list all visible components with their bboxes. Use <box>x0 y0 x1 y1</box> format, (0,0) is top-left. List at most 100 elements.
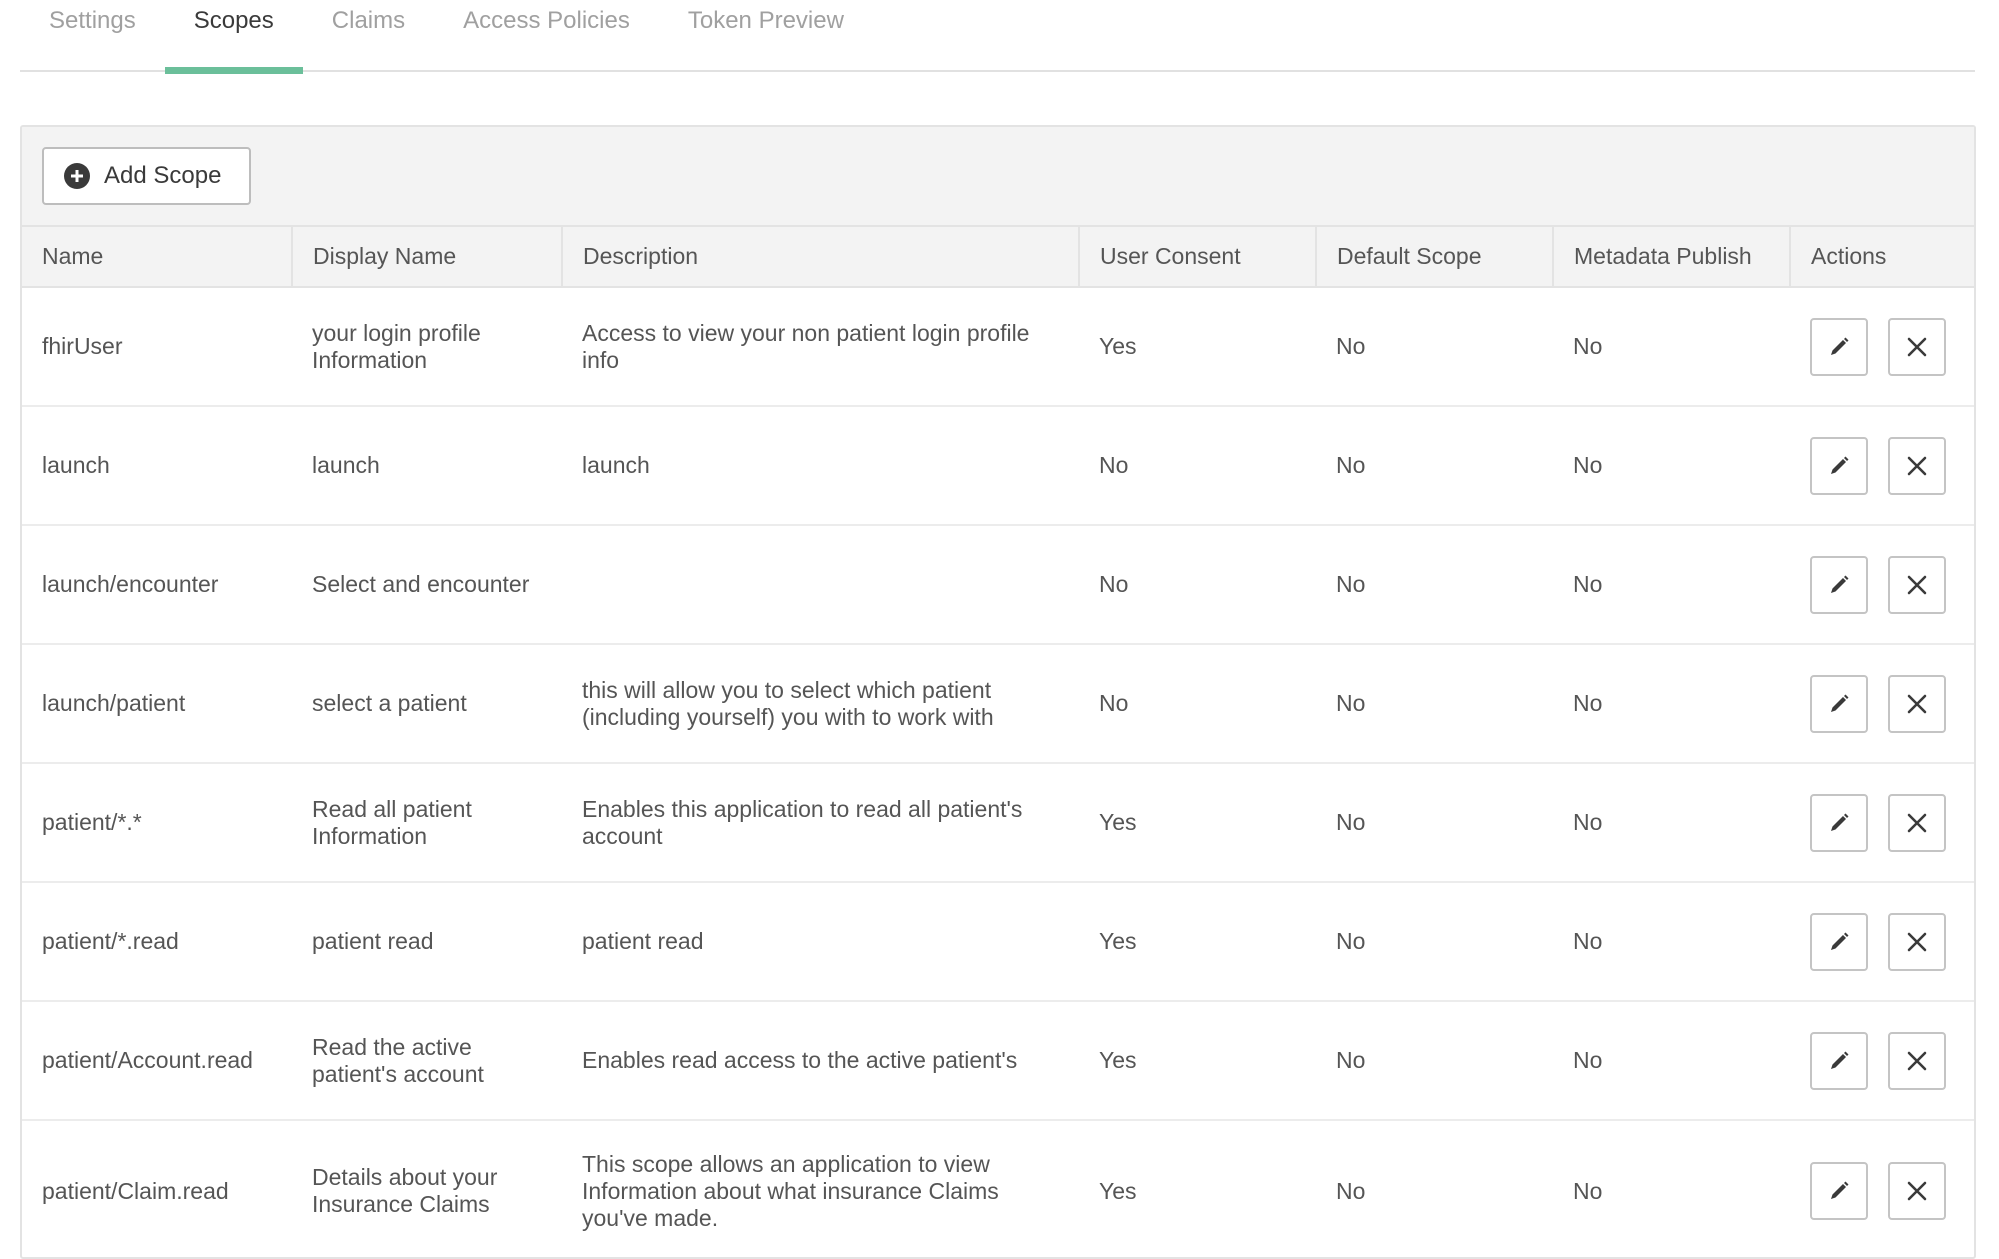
display-name-cell: Read the active patient's account <box>292 1001 562 1121</box>
user-consent-cell: Yes <box>1079 763 1316 883</box>
delete-scope-button[interactable] <box>1888 674 1946 733</box>
metadata-publish-cell: No <box>1553 1001 1790 1121</box>
close-icon <box>1906 1050 1928 1072</box>
user-consent-cell: No <box>1079 406 1316 526</box>
column-header-default-scope[interactable]: Default Scope <box>1316 227 1554 288</box>
default-scope-cell: No <box>1316 1001 1553 1121</box>
tab-scopes[interactable]: Scopes <box>164 0 303 74</box>
scopes-panel: Add Scope Name Display Name Description … <box>20 125 1976 1259</box>
close-icon <box>1906 455 1928 477</box>
display-name-cell: your login profile Information <box>292 287 562 407</box>
description-cell: launch <box>562 406 1079 526</box>
plus-circle-icon <box>64 163 90 189</box>
display-name-cell: patient read <box>292 882 562 1002</box>
default-scope-cell: No <box>1316 287 1553 407</box>
close-icon <box>1906 812 1928 834</box>
row-actions <box>1810 1162 1954 1220</box>
description-cell: patient read <box>562 882 1079 1002</box>
table-row: patient/Claim.read Details about your Ins… <box>22 1120 1974 1257</box>
user-consent-cell: Yes <box>1079 1001 1316 1121</box>
delete-scope-button[interactable] <box>1888 555 1946 614</box>
table-row: fhirUser your login profile Information Ac… <box>22 287 1974 407</box>
user-consent-cell: Yes <box>1079 1120 1316 1257</box>
metadata-publish-cell: No <box>1553 287 1790 407</box>
delete-scope-button[interactable] <box>1888 1031 1946 1090</box>
pencil-icon <box>1827 930 1851 954</box>
row-actions <box>1810 436 1954 495</box>
actions-cell <box>1790 763 1974 883</box>
edit-scope-button[interactable] <box>1810 555 1868 614</box>
column-header-display-name[interactable]: Display Name <box>292 227 563 288</box>
close-icon <box>1906 574 1928 596</box>
default-scope-cell: No <box>1316 763 1553 883</box>
column-header-metadata-publish[interactable]: Metadata Publish <box>1553 227 1791 288</box>
edit-scope-button[interactable] <box>1810 436 1868 495</box>
display-name-cell: Read all patient Information <box>292 763 562 883</box>
default-scope-cell: No <box>1316 406 1553 526</box>
user-consent-cell: Yes <box>1079 287 1316 407</box>
tab-settings[interactable]: Settings <box>20 0 165 72</box>
tab-bar: Settings Scopes Claims Access Policies T… <box>20 0 1975 74</box>
default-scope-cell: No <box>1316 882 1553 1002</box>
description-cell: Enables this application to read all pat… <box>562 763 1079 883</box>
column-header-actions: Actions <box>1790 227 1974 288</box>
pencil-icon <box>1827 454 1851 478</box>
column-header-description[interactable]: Description <box>562 227 1080 288</box>
table-row: launch/encounter Select and encounter No No… <box>22 525 1974 645</box>
edit-scope-button[interactable] <box>1810 912 1868 971</box>
pencil-icon <box>1827 692 1851 716</box>
metadata-publish-cell: No <box>1553 406 1790 526</box>
tab-claims[interactable]: Claims <box>303 0 434 72</box>
pencil-icon <box>1827 1179 1851 1203</box>
column-header-user-consent[interactable]: User Consent <box>1079 227 1317 288</box>
actions-cell <box>1790 1001 1974 1121</box>
tab-access-policies[interactable]: Access Policies <box>434 0 659 72</box>
edit-scope-button[interactable] <box>1810 317 1868 376</box>
pencil-icon <box>1827 811 1851 835</box>
pencil-icon <box>1827 573 1851 597</box>
description-cell: This scope allows an application to view… <box>562 1120 1079 1257</box>
scope-name-cell: patient/Account.read <box>22 1001 292 1121</box>
edit-scope-button[interactable] <box>1810 793 1868 852</box>
row-actions <box>1810 912 1954 971</box>
column-header-name[interactable]: Name <box>22 227 293 288</box>
description-cell <box>562 525 1079 645</box>
actions-cell <box>1790 525 1974 645</box>
scope-name-cell: launch <box>22 406 292 526</box>
delete-scope-button[interactable] <box>1888 793 1946 852</box>
close-icon <box>1906 931 1928 953</box>
scope-name-cell: launch/encounter <box>22 525 292 645</box>
row-actions <box>1810 555 1954 614</box>
table-row: patient/*.* Read all patient Information E… <box>22 763 1974 883</box>
actions-cell <box>1790 406 1974 526</box>
edit-scope-button[interactable] <box>1810 1162 1868 1220</box>
display-name-cell: select a patient <box>292 644 562 764</box>
edit-scope-button[interactable] <box>1810 1031 1868 1090</box>
user-consent-cell: No <box>1079 644 1316 764</box>
delete-scope-button[interactable] <box>1888 317 1946 376</box>
table-row: patient/Account.read Read the active pati… <box>22 1001 1974 1121</box>
metadata-publish-cell: No <box>1553 1120 1790 1257</box>
panel-toolbar: Add Scope <box>22 127 1974 227</box>
delete-scope-button[interactable] <box>1888 912 1946 971</box>
edit-scope-button[interactable] <box>1810 674 1868 733</box>
default-scope-cell: No <box>1316 644 1553 764</box>
default-scope-cell: No <box>1316 1120 1553 1257</box>
scope-name-cell: patient/*.* <box>22 763 292 883</box>
scope-name-cell: launch/patient <box>22 644 292 764</box>
scope-name-cell: patient/Claim.read <box>22 1120 292 1257</box>
scope-name-cell: patient/*.read <box>22 882 292 1002</box>
add-scope-label: Add Scope <box>104 162 222 189</box>
scopes-table: Name Display Name Description User Conse… <box>22 227 1974 1257</box>
row-actions <box>1810 793 1954 852</box>
close-icon <box>1906 1180 1928 1202</box>
tab-token-preview[interactable]: Token Preview <box>659 0 873 72</box>
delete-scope-button[interactable] <box>1888 436 1946 495</box>
row-actions <box>1810 674 1954 733</box>
add-scope-button[interactable]: Add Scope <box>42 147 251 205</box>
close-icon <box>1906 693 1928 715</box>
delete-scope-button[interactable] <box>1888 1162 1946 1220</box>
description-cell: Access to view your non patient login pr… <box>562 287 1079 407</box>
metadata-publish-cell: No <box>1553 763 1790 883</box>
actions-cell <box>1790 1120 1974 1257</box>
